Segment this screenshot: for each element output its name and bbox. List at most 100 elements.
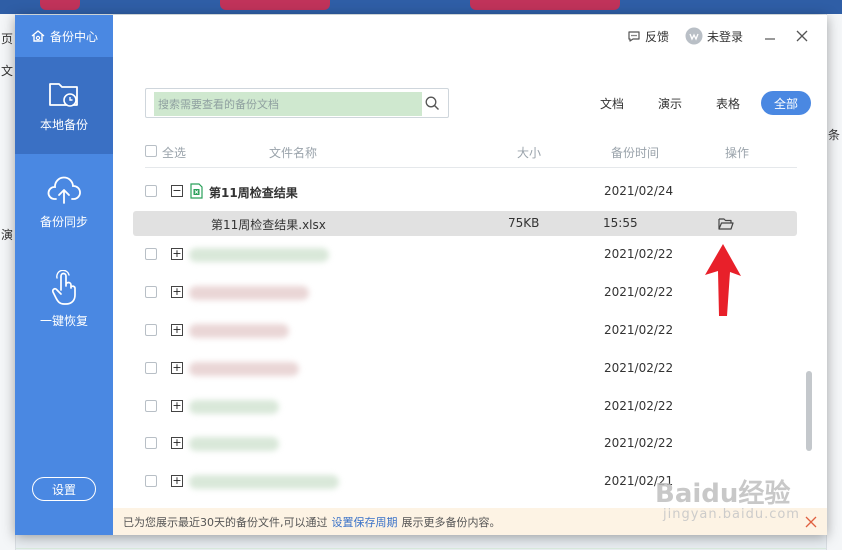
backup-center-dialog: 备份中心 本地备份 备份同步 一键恢复 设置 反馈 未登录 搜索需要查看的备份文… bbox=[15, 15, 827, 535]
hand-tap-icon bbox=[51, 270, 76, 305]
blurred-file-name bbox=[189, 362, 299, 376]
collapse-icon[interactable]: − bbox=[171, 185, 183, 197]
header-action: 操作 bbox=[725, 146, 750, 160]
minimize-button[interactable] bbox=[759, 25, 781, 47]
bg-fragment: 页 bbox=[1, 32, 14, 46]
child-file-name: 第11周检查结果.xlsx bbox=[211, 218, 326, 232]
background-app-header bbox=[0, 0, 842, 14]
footer-text-after: 展示更多备份内容。 bbox=[401, 515, 501, 529]
open-folder-icon[interactable] bbox=[718, 217, 734, 230]
folder-clock-icon bbox=[49, 83, 78, 107]
table-row[interactable]: + 2021/02/22 bbox=[133, 318, 797, 343]
expand-icon[interactable]: + bbox=[171, 324, 183, 336]
blurred-file-name bbox=[189, 324, 289, 338]
feedback-label: 反馈 bbox=[644, 29, 669, 44]
row-checkbox[interactable] bbox=[145, 248, 157, 260]
bg-fragment: 条 bbox=[828, 128, 841, 142]
feedback-button[interactable]: 反馈 bbox=[627, 28, 669, 45]
blurred-file-name bbox=[189, 248, 329, 262]
row-checkbox[interactable] bbox=[145, 400, 157, 412]
header-select-all: 全选 bbox=[162, 146, 187, 160]
row-checkbox[interactable] bbox=[145, 475, 157, 487]
footer-close-icon[interactable] bbox=[805, 516, 817, 528]
select-all-checkbox[interactable] bbox=[145, 145, 157, 157]
bg-fragment: 演 bbox=[1, 228, 14, 242]
row-backup-date: 2021/02/22 bbox=[604, 399, 674, 413]
cloud-upload-icon bbox=[47, 176, 81, 204]
row-checkbox[interactable] bbox=[145, 437, 157, 449]
close-button[interactable] bbox=[791, 25, 813, 47]
row-checkbox[interactable] bbox=[145, 362, 157, 374]
table-header: 全选 文件名称 大小 备份时间 操作 bbox=[145, 142, 797, 168]
sidebar: 备份中心 本地备份 备份同步 一键恢复 设置 bbox=[15, 15, 113, 535]
minimize-icon bbox=[765, 38, 775, 40]
blurred-file-name bbox=[189, 286, 309, 300]
row-backup-date: 2021/02/22 bbox=[604, 436, 674, 450]
sidebar-item-local-backup[interactable]: 本地备份 bbox=[15, 57, 113, 154]
sidebar-item-one-click-restore[interactable]: 一键恢复 bbox=[15, 251, 113, 348]
sidebar-item-label: 本地备份 bbox=[39, 118, 88, 132]
filter-spreadsheets[interactable]: 表格 bbox=[703, 91, 753, 115]
sidebar-item-label: 备份同步 bbox=[39, 215, 88, 229]
expand-icon[interactable]: + bbox=[171, 248, 183, 260]
home-cloud-icon bbox=[31, 30, 45, 42]
set-retention-period-link[interactable]: 设置保存周期 bbox=[332, 514, 398, 530]
settings-button[interactable]: 设置 bbox=[32, 477, 96, 501]
group-backup-date: 2021/02/24 bbox=[604, 184, 674, 198]
background-app-left: 页 文 演 bbox=[0, 14, 16, 550]
row-backup-date: 2021/02/22 bbox=[604, 285, 674, 299]
table-row[interactable]: + 2021/02/22 bbox=[133, 356, 797, 381]
search-box bbox=[145, 88, 449, 118]
expand-icon[interactable]: + bbox=[171, 400, 183, 412]
header-size: 大小 bbox=[517, 146, 542, 160]
expand-icon[interactable]: + bbox=[171, 362, 183, 374]
avatar-icon bbox=[685, 27, 703, 45]
login-button[interactable]: 未登录 bbox=[685, 27, 743, 45]
filter-all[interactable]: 全部 bbox=[760, 91, 811, 115]
background-app-right: 条 bbox=[826, 14, 842, 550]
row-backup-date: 2021/02/22 bbox=[604, 361, 674, 375]
group-file-name: 第11周检查结果 bbox=[209, 186, 298, 200]
login-label: 未登录 bbox=[706, 29, 743, 44]
brand-label: 备份中心 bbox=[49, 29, 98, 44]
table-row[interactable]: + 2021/02/22 bbox=[133, 394, 797, 419]
filter-docs[interactable]: 文档 bbox=[587, 91, 637, 115]
header-file-name: 文件名称 bbox=[269, 146, 318, 160]
sidebar-item-label: 一键恢复 bbox=[39, 314, 88, 328]
filter-tabs: 文档 演示 表格 全部 bbox=[587, 91, 811, 115]
bg-fragment: 文 bbox=[1, 64, 14, 78]
search-input[interactable] bbox=[154, 92, 422, 116]
row-backup-date: 2021/02/22 bbox=[604, 247, 674, 261]
blurred-file-name bbox=[189, 437, 279, 451]
red-arrow-annotation bbox=[705, 244, 741, 316]
blurred-file-name bbox=[189, 475, 339, 489]
search-icon[interactable] bbox=[425, 96, 440, 111]
expand-icon[interactable]: + bbox=[171, 437, 183, 449]
row-checkbox[interactable] bbox=[145, 185, 157, 197]
table-row[interactable]: + 2021/02/22 bbox=[133, 242, 797, 267]
child-backup-time: 15:55 bbox=[603, 216, 638, 230]
blurred-file-name bbox=[189, 400, 279, 414]
spreadsheet-file-icon bbox=[190, 183, 203, 199]
table-row[interactable]: + 2021/02/22 bbox=[133, 280, 797, 305]
filter-presentations[interactable]: 演示 bbox=[645, 91, 695, 115]
watermark: Baidu经验 jingyan.baidu.com bbox=[655, 473, 800, 522]
watermark-url: jingyan.baidu.com bbox=[663, 507, 800, 522]
header-backup-time: 备份时间 bbox=[611, 146, 660, 160]
expand-icon[interactable]: + bbox=[171, 286, 183, 298]
expand-icon[interactable]: + bbox=[171, 475, 183, 487]
sidebar-item-backup-sync[interactable]: 备份同步 bbox=[15, 154, 113, 251]
brand: 备份中心 bbox=[15, 15, 113, 57]
chat-bubble-icon bbox=[628, 31, 640, 42]
child-file-size: 75KB bbox=[508, 216, 540, 230]
table-row-group[interactable]: − 第11周检查结果 2021/02/24 bbox=[133, 179, 797, 204]
row-checkbox[interactable] bbox=[145, 286, 157, 298]
scrollbar-thumb[interactable] bbox=[806, 371, 812, 451]
watermark-brand: Baidu经验 bbox=[655, 479, 791, 509]
table-row-selected[interactable]: 第11周检查结果.xlsx 75KB 15:55 bbox=[133, 211, 797, 236]
row-checkbox[interactable] bbox=[145, 324, 157, 336]
main-panel: 反馈 未登录 文档 演示 表格 全部 全选 文件名称 bbox=[113, 15, 827, 535]
table-row[interactable]: + 2021/02/22 bbox=[133, 431, 797, 456]
footer-text-before: 已为您展示最近30天的备份文件,可以通过 bbox=[123, 515, 328, 529]
close-icon bbox=[796, 30, 808, 42]
